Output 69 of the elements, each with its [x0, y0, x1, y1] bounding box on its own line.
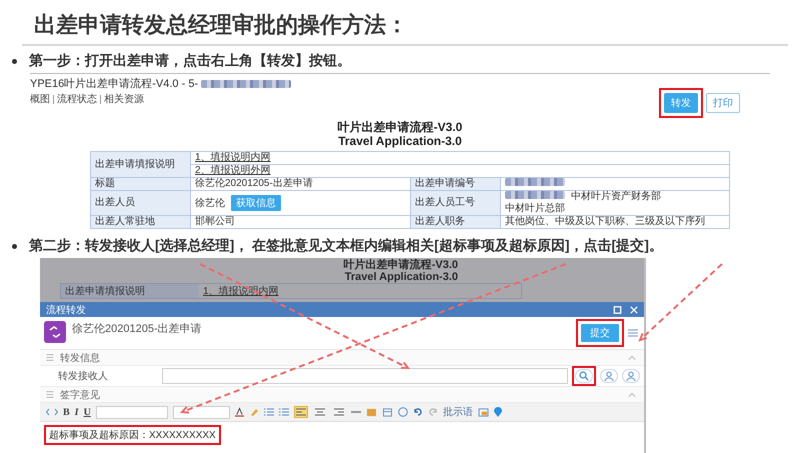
- cell-text: 邯郸公司: [195, 216, 235, 228]
- format-button[interactable]: U: [84, 406, 91, 418]
- label-cell: 标题: [90, 178, 190, 190]
- cell-text: 徐艺伦20201205-出差申请: [195, 178, 313, 190]
- table-icon[interactable]: [382, 408, 393, 416]
- step-text: 第二步：转发接收人[选择总经理]， 在签批意见文本框内编辑相关[超标事项及超标原因]，点击[提交]。: [29, 237, 663, 255]
- label-cell: 出差人员工号: [410, 190, 500, 216]
- align-button[interactable]: [294, 406, 308, 418]
- list-icon[interactable]: [46, 354, 54, 361]
- slide-title: 出差申请转发总经理审批的操作方法：: [33, 11, 409, 39]
- cell-text: 徐艺伦: [195, 198, 225, 210]
- menu-icon[interactable]: [628, 328, 638, 338]
- nav-link[interactable]: 概图: [30, 92, 50, 106]
- align-button[interactable]: [332, 406, 346, 418]
- section-title: 转发信息: [60, 352, 100, 364]
- format-button[interactable]: I: [74, 406, 79, 418]
- label-cell: 出差申请填报说明: [90, 152, 190, 178]
- cell-text: 其他岗位、中级及以下职称、三级及以下序列: [505, 216, 705, 228]
- nav-link[interactable]: 流程状态: [57, 92, 97, 106]
- label-cell: 出差申请编号: [410, 178, 500, 190]
- image-icon[interactable]: [366, 408, 377, 416]
- align-button[interactable]: [312, 406, 327, 418]
- toolbar-button[interactable]: 打印: [706, 93, 740, 113]
- request-subject: 徐艺伦20201205-出差申请: [72, 322, 202, 336]
- text-color-icon[interactable]: [234, 407, 244, 417]
- close-icon[interactable]: [630, 306, 638, 314]
- comment-text[interactable]: 超标事项及超标原因：XXXXXXXXXX: [44, 425, 221, 445]
- form-subtitle: Travel Application-3.0: [344, 271, 458, 283]
- location-pin-icon[interactable]: [494, 407, 502, 417]
- label-cell: 出差人常驻地: [90, 216, 190, 228]
- dialog-title: 流程转发: [46, 304, 86, 316]
- cell-text: 中材叶片总部: [505, 203, 565, 215]
- list-icon[interactable]: [46, 391, 54, 398]
- field-label: 转发接收人: [58, 370, 109, 383]
- font-select[interactable]: [96, 406, 168, 418]
- bullet-icon: [12, 58, 17, 64]
- undo-icon[interactable]: [412, 407, 423, 417]
- help-link[interactable]: 2、填报说明外网: [195, 165, 271, 176]
- nav-link[interactable]: 相关资源: [104, 92, 144, 106]
- cell-text: 中材叶片资产财务部: [571, 191, 661, 203]
- form-subtitle: Travel Application-3.0: [338, 134, 462, 148]
- section-title: 签字意见: [60, 388, 100, 402]
- highlighter-icon[interactable]: [248, 407, 259, 417]
- help-link[interactable]: 1、填报说明内网: [195, 152, 271, 163]
- person-icon[interactable]: [600, 369, 618, 383]
- form-title: 叶片出差申请流程-V3.0: [338, 120, 462, 134]
- redacted-text-block: [505, 191, 565, 199]
- image-icon[interactable]: [478, 408, 489, 416]
- format-button[interactable]: B: [63, 406, 70, 418]
- chevron-icon[interactable]: [628, 354, 636, 360]
- form-title: 叶片出差申请流程-V3.0: [344, 259, 458, 271]
- page-title: YPE16叶片出差申请流程-V4.0 - 5-: [30, 76, 198, 91]
- redacted-text-block: [505, 178, 565, 186]
- chevron-icon[interactable]: [628, 392, 636, 398]
- size-select[interactable]: [172, 406, 230, 418]
- recipient-input[interactable]: [162, 368, 568, 384]
- bullet-list-icon[interactable]: [278, 407, 289, 417]
- step-text: 第一步：打开出差申请，点击右上角【转发】按钮。: [29, 52, 351, 70]
- person-icon[interactable]: [622, 369, 640, 383]
- redo-icon[interactable]: [428, 407, 438, 417]
- maximize-icon[interactable]: [613, 306, 622, 314]
- source-code-icon[interactable]: [46, 408, 58, 416]
- numbered-list-icon[interactable]: [264, 407, 274, 417]
- label-cell: 出差申请填报说明: [61, 284, 199, 298]
- label-cell: 出差人员: [90, 190, 190, 216]
- bullet-icon: [12, 244, 17, 248]
- app-logo-icon: [44, 321, 66, 343]
- phrase-button[interactable]: 批示语: [442, 405, 473, 419]
- label-cell: 出差人职务: [410, 216, 500, 228]
